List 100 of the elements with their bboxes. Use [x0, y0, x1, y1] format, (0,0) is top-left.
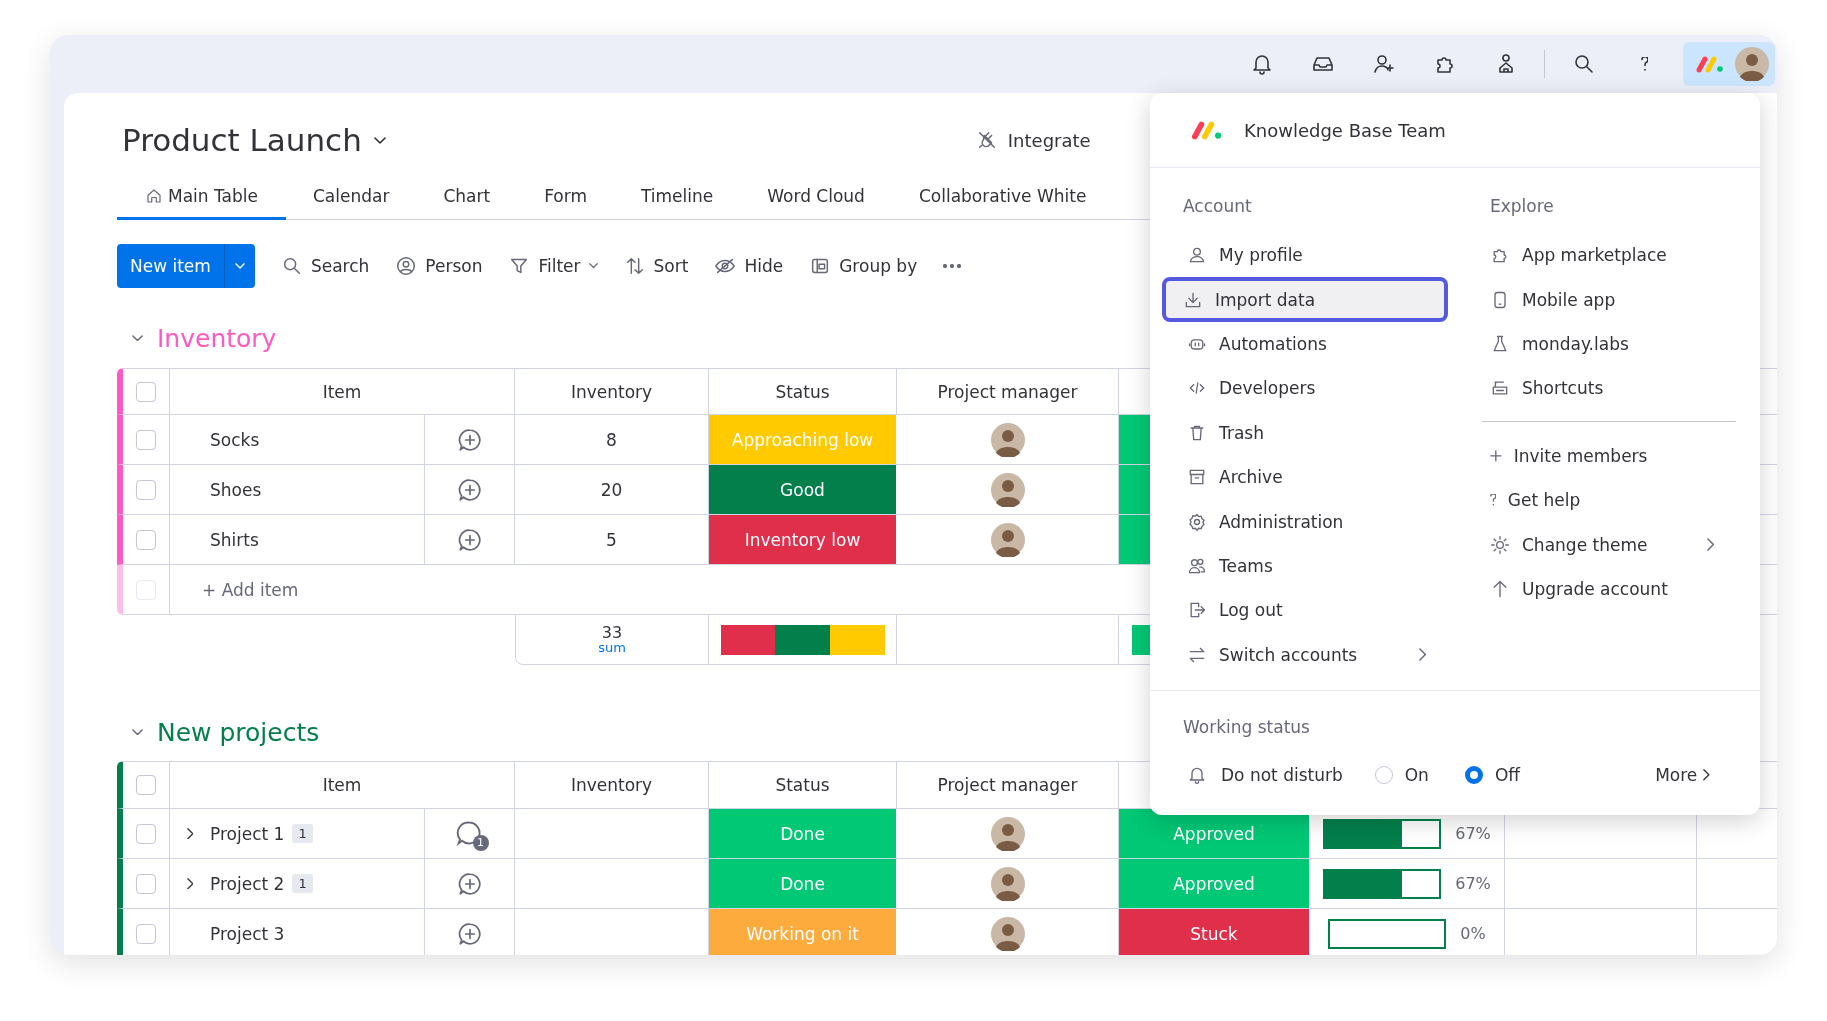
toolbar-button[interactable]: Search [280, 255, 370, 277]
column-header: Project manager [897, 762, 1119, 808]
column-header: Inventory [515, 369, 709, 414]
view-tab[interactable]: Calendar [285, 175, 417, 220]
add-update-button[interactable] [456, 426, 483, 453]
sun-icon [1490, 534, 1510, 555]
checkbox[interactable] [136, 479, 156, 500]
avatar [990, 472, 1025, 507]
approval-label[interactable]: Stuck [1119, 909, 1310, 955]
menu-item[interactable]: Invite members [1478, 433, 1736, 478]
logo-icon [1695, 55, 1725, 73]
progress-reading: 0% [1460, 924, 1486, 943]
view-tab[interactable]: Word Cloud [740, 175, 892, 220]
dots-icon [943, 264, 962, 268]
menu-item[interactable]: Import data [1162, 277, 1448, 322]
toolbar-button[interactable]: Hide [714, 255, 784, 277]
bell-icon [1187, 765, 1207, 785]
checkbox[interactable] [136, 429, 156, 450]
menu-item[interactable]: Teams [1162, 543, 1448, 589]
chevron-icon [1703, 769, 1710, 781]
avatar [1735, 47, 1769, 81]
comment-plus-icon [456, 426, 483, 453]
progress-reading: 67% [1455, 824, 1491, 843]
menu-item[interactable]: Mobile app [1478, 277, 1736, 322]
gear-icon [1187, 511, 1207, 532]
chevron-icon [1418, 648, 1426, 662]
menu-item[interactable]: Change theme [1478, 522, 1736, 567]
item-name[interactable]: Socks [206, 429, 260, 450]
chevron-down-icon [132, 334, 143, 342]
add-update-button[interactable] [456, 476, 483, 503]
checkbox[interactable] [136, 823, 156, 844]
more-button[interactable] [943, 264, 962, 268]
add-update-button[interactable] [456, 526, 483, 553]
menu-item[interactable]: Developers [1162, 366, 1448, 411]
item-name[interactable]: Project 1 [206, 823, 285, 844]
checkbox[interactable] [136, 529, 156, 550]
view-tab[interactable]: Chart [416, 175, 518, 220]
view-tab[interactable]: Main Table [117, 175, 286, 220]
view-tab[interactable]: Collaborative White [891, 175, 1114, 220]
integrate-button[interactable]: Integrate [975, 129, 1091, 151]
more-link[interactable]: More [1655, 765, 1710, 785]
menu-item[interactable]: Get help [1478, 477, 1736, 523]
group-title[interactable]: New projects [157, 717, 320, 747]
checkbox[interactable] [136, 873, 156, 894]
item-name[interactable]: Project 2 [206, 873, 285, 894]
add-update-button[interactable] [456, 920, 483, 947]
toolbar-button[interactable]: Sort [623, 255, 689, 277]
chevron-down-icon [132, 728, 143, 736]
column-header: Item [170, 369, 515, 414]
radio-option[interactable]: Off [1464, 765, 1520, 785]
menu-item[interactable]: monday.labs [1478, 321, 1736, 367]
radio-option[interactable]: On [1374, 765, 1429, 785]
toolbar-button[interactable]: Filter [508, 255, 598, 277]
add-item-button[interactable]: + Add item [202, 579, 299, 600]
status-label[interactable]: Good [709, 465, 897, 514]
home-icon [145, 187, 163, 205]
toolbar-button[interactable]: Person [395, 255, 483, 277]
menu-item[interactable]: Administration [1162, 499, 1448, 544]
menu-item[interactable]: Trash [1162, 410, 1448, 455]
checkbox[interactable] [136, 381, 156, 402]
view-tab[interactable]: Timeline [613, 175, 741, 220]
menu-item[interactable]: Log out [1162, 588, 1448, 633]
section-title: Account [1182, 195, 1253, 218]
sum-value: 33 [601, 623, 623, 642]
comment-plus-icon [456, 476, 483, 503]
status-label[interactable]: Inventory low [709, 515, 897, 564]
menu-item[interactable]: Switch accounts [1162, 632, 1448, 677]
profile-button[interactable] [1683, 42, 1775, 86]
inventory-value: 8 [606, 429, 617, 450]
item-name[interactable]: Shoes [206, 479, 262, 500]
section-title: Working status [1182, 716, 1311, 739]
menu-item[interactable]: Upgrade account [1478, 566, 1736, 612]
add-update-button[interactable] [456, 870, 483, 897]
menu-item[interactable]: Archive [1162, 454, 1448, 500]
inventory-value: 20 [600, 479, 623, 500]
help-icon [1641, 57, 1648, 71]
board-title[interactable]: Product Launch [122, 122, 362, 158]
menu-item[interactable]: Shortcuts [1478, 366, 1736, 411]
item-name[interactable]: Shirts [206, 529, 259, 550]
new-item-button[interactable]: New item [117, 244, 255, 288]
menu-item[interactable]: My profile [1162, 233, 1448, 278]
item-name[interactable]: Project 3 [206, 923, 285, 944]
checkbox[interactable] [136, 923, 156, 944]
chevron-icon [186, 877, 194, 890]
person-plus-icon [1371, 52, 1396, 76]
column-header: Status [709, 762, 897, 808]
menu-item[interactable]: App marketplace [1478, 233, 1736, 278]
section-title: Explore [1489, 195, 1555, 218]
chevron-icon [1706, 538, 1714, 551]
toolbar-button[interactable]: Group by [809, 255, 918, 277]
comment-plus-icon [456, 526, 483, 553]
chevron-icon [186, 827, 194, 840]
menu-item[interactable]: Automations [1162, 321, 1448, 367]
view-tab[interactable]: Form [517, 175, 614, 220]
team-name: Knowledge Base Team [1244, 119, 1446, 141]
avatar [990, 866, 1025, 901]
logo-icon [1190, 120, 1224, 140]
help-icon [1490, 494, 1496, 506]
comment-plus-icon [456, 870, 483, 897]
checkbox[interactable] [136, 775, 156, 795]
